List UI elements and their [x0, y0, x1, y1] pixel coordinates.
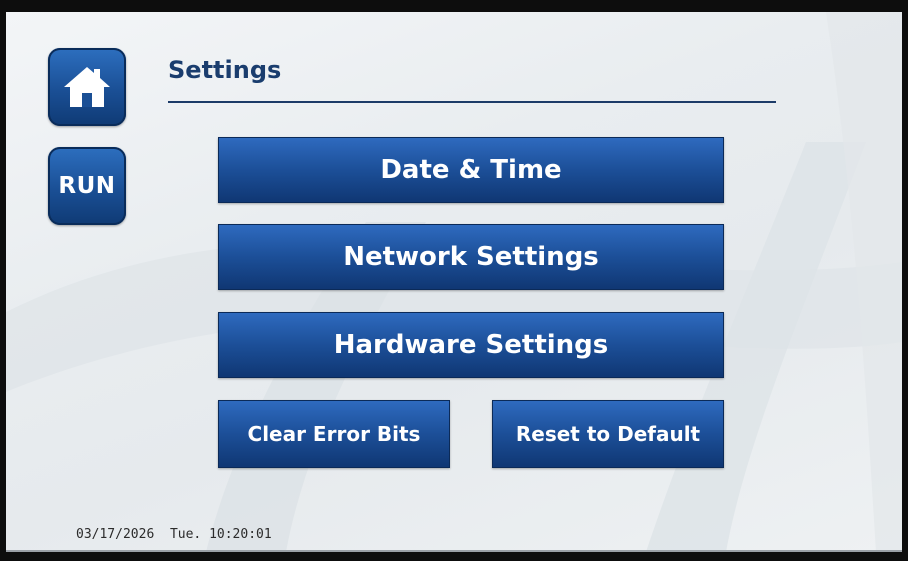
clear-error-bits-label: Clear Error Bits [247, 422, 421, 446]
page-title: Settings [168, 56, 282, 84]
run-button[interactable]: RUN [48, 147, 126, 225]
home-button[interactable] [48, 48, 126, 126]
hardware-settings-label: Hardware Settings [333, 330, 609, 360]
clear-error-bits-button[interactable]: Clear Error Bits [218, 400, 450, 468]
date-time-label: Date & Time [380, 155, 562, 185]
status-day: Tue. [169, 527, 202, 542]
run-button-label: RUN [58, 173, 116, 199]
hardware-settings-button[interactable]: Hardware Settings [218, 312, 724, 378]
date-time-button[interactable]: Date & Time [218, 137, 724, 203]
network-settings-label: Network Settings [343, 242, 599, 272]
status-time: 10:20:01 [209, 527, 272, 542]
network-settings-button[interactable]: Network Settings [218, 224, 724, 290]
home-icon [64, 67, 110, 107]
status-date: 03/17/2026 [76, 527, 155, 542]
title-divider [168, 101, 776, 103]
reset-to-default-button[interactable]: Reset to Default [492, 400, 724, 468]
reset-to-default-label: Reset to Default [515, 422, 701, 446]
status-bar: 03/17/2026 Tue. 10:20:01 [76, 527, 272, 542]
bottom-edge [6, 550, 902, 552]
hmi-screen: RUN Settings Date & Time Network Setting… [6, 12, 902, 552]
